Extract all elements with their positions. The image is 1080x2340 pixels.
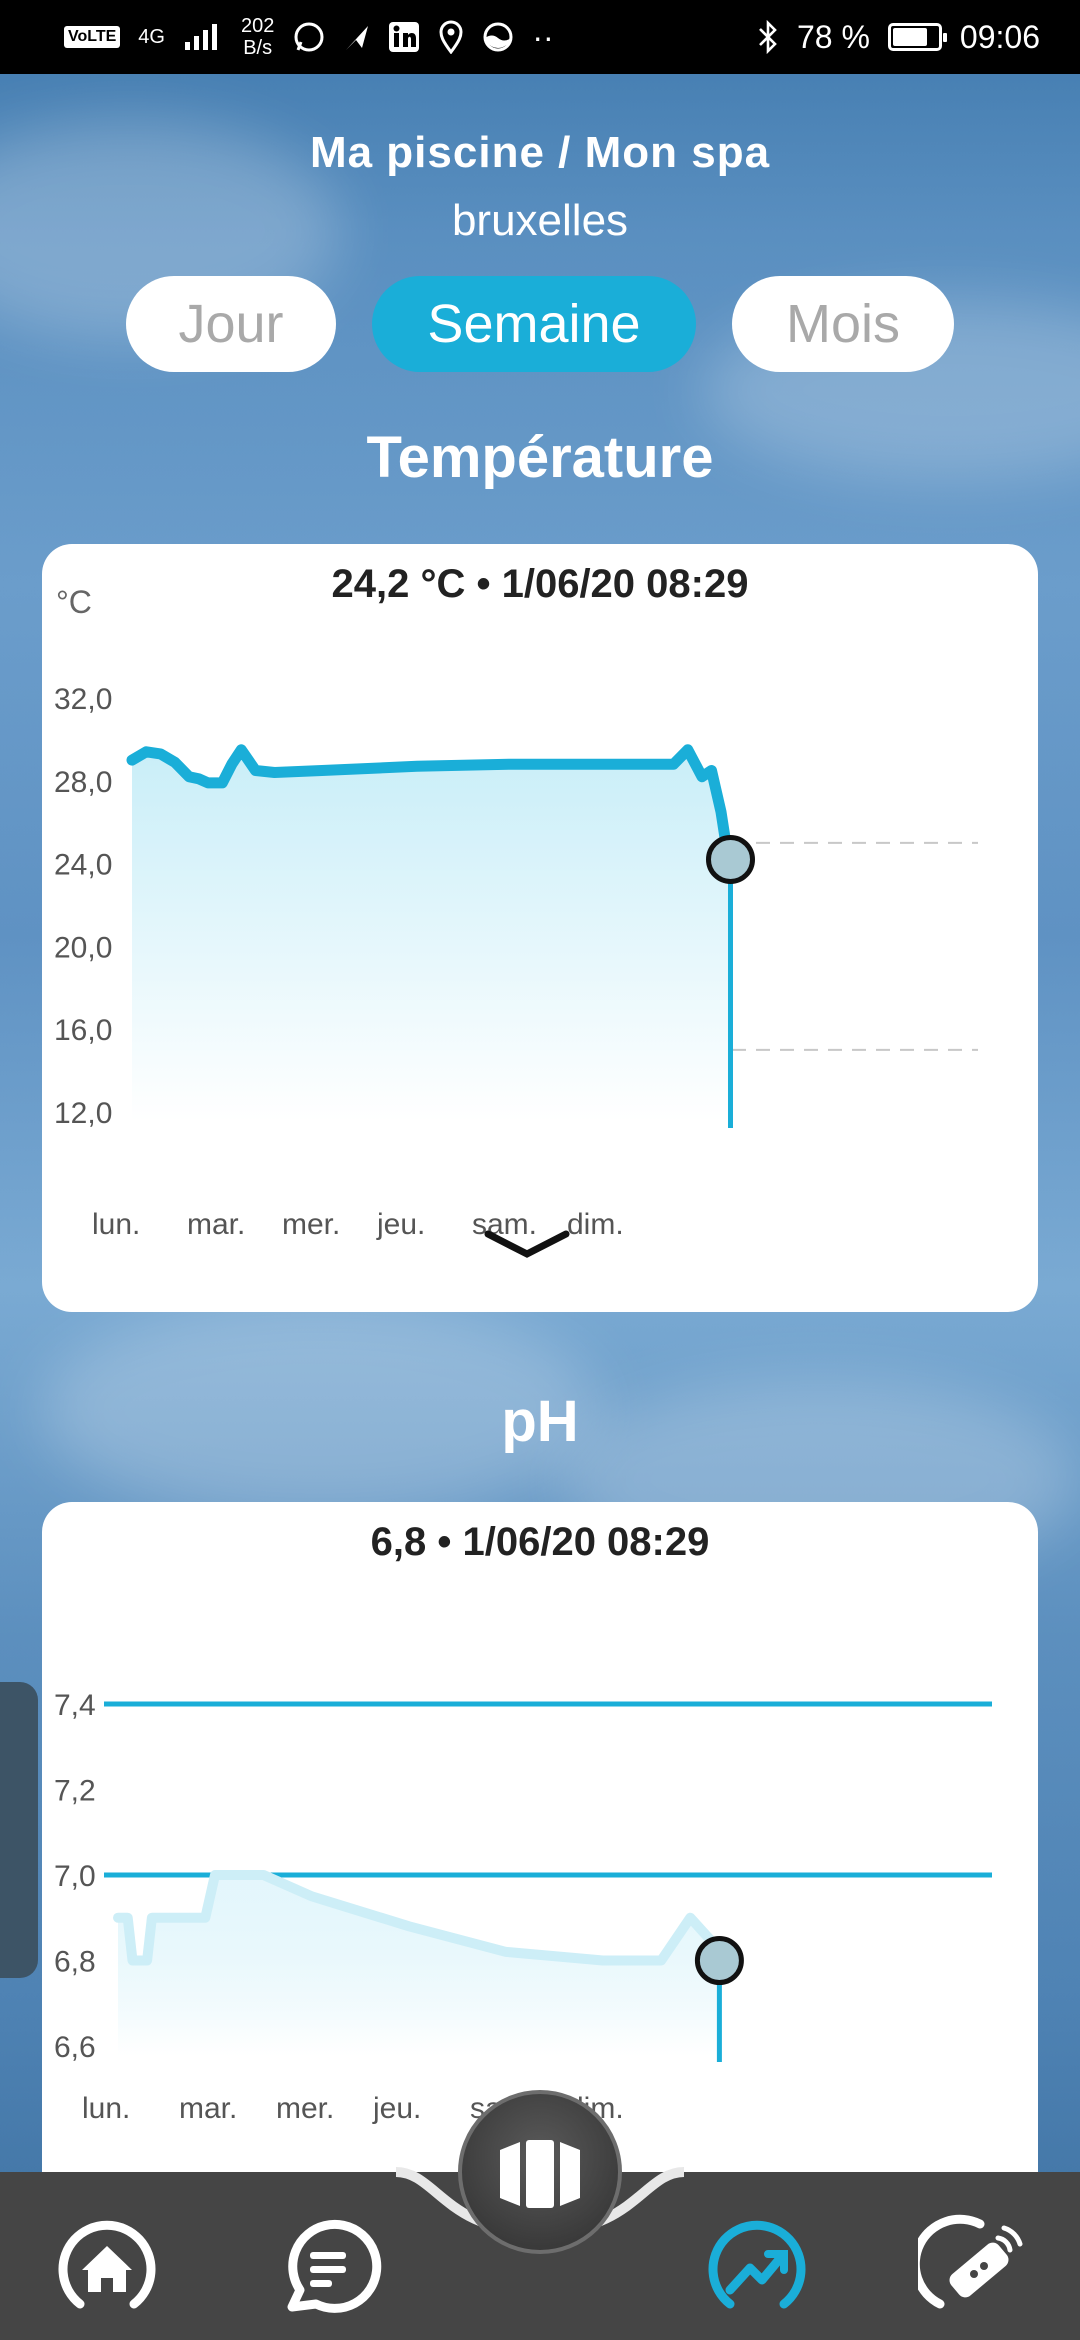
temp-y-tick: 24,0: [54, 849, 112, 882]
data-rate: 202 B/s: [240, 15, 275, 59]
remote-icon[interactable]: [918, 2212, 1028, 2322]
clock: 09:06: [959, 18, 1040, 55]
ph-x-tick: lun.: [82, 2092, 130, 2125]
period-day-button[interactable]: Jour: [126, 276, 336, 372]
temp-y-tick: 20,0: [54, 931, 112, 964]
temp-current-marker: [706, 834, 755, 884]
bluetooth-icon: [759, 20, 777, 54]
period-week-button[interactable]: Semaine: [372, 276, 696, 372]
stats-icon[interactable]: [702, 2212, 812, 2322]
more-notifications: ··: [532, 18, 554, 55]
temp-x-tick: mar.: [187, 1208, 245, 1241]
ph-y-tick: 7,0: [54, 1860, 96, 1893]
page-title: Ma piscine / Mon spa: [309, 128, 771, 177]
temp-x-tick: dim.: [567, 1208, 624, 1241]
app-notification-icon: [483, 22, 513, 52]
battery-icon: [887, 23, 947, 51]
ph-y-tick: 7,2: [54, 1775, 96, 1808]
battery-level: [892, 28, 928, 46]
temperature-chart[interactable]: 32,0 28,0 24,0 20,0 16,0 12,0 lun. mar. mer. jeu.…: [42, 544, 1038, 1312]
temp-y-tick: 16,0: [54, 1014, 112, 1047]
side-drawer-handle[interactable]: [0, 1682, 38, 1978]
temp-y-tick: 32,0: [54, 683, 112, 716]
whatsapp-icon: [294, 22, 324, 52]
pool-center-button[interactable]: [458, 2090, 622, 2254]
messages-icon[interactable]: [272, 2212, 382, 2322]
ph-current-marker: [694, 1936, 744, 1985]
status-bar: VoLTE 4G 202 B/s ·· 78 % 09:06: [0, 0, 1080, 74]
ph-title: pH: [501, 1389, 579, 1454]
network-type: 4G: [138, 26, 165, 48]
temp-x-tick: mer.: [282, 1208, 340, 1241]
ph-y-tick: 6,6: [54, 2031, 96, 2064]
temp-y-tick: 28,0: [54, 766, 112, 799]
period-selector: Jour Semaine Mois: [0, 276, 1080, 372]
ph-x-tick: mar.: [179, 2092, 237, 2125]
ph-x-tick: mer.: [276, 2092, 334, 2125]
volte-badge: VoLTE: [64, 26, 121, 48]
ph-y-tick: 7,4: [54, 1689, 96, 1722]
pool-center-icon: [500, 2140, 580, 2208]
linkedin-icon: [389, 22, 420, 52]
location-subtitle: bruxelles: [451, 196, 629, 245]
ph-y-tick: 6,8: [54, 1946, 96, 1979]
chevron-down-icon[interactable]: [482, 1224, 572, 1268]
temp-x-tick: jeu.: [376, 1208, 425, 1241]
battery-percent: 78 %: [796, 18, 870, 55]
temp-y-tick: 12,0: [54, 1097, 112, 1130]
temp-x-tick: lun.: [92, 1208, 140, 1241]
home-icon[interactable]: [52, 2212, 162, 2322]
signal-icon: [184, 24, 217, 50]
temperature-title: Température: [366, 425, 714, 490]
temperature-card: 24,2 °C • 1/06/20 08:29 °C 32,0 28,0 24,0 2…: [42, 544, 1038, 1312]
temp-area: [132, 749, 731, 1122]
location-icon: [439, 20, 463, 54]
period-month-button[interactable]: Mois: [732, 276, 954, 372]
send-icon: [346, 26, 369, 50]
